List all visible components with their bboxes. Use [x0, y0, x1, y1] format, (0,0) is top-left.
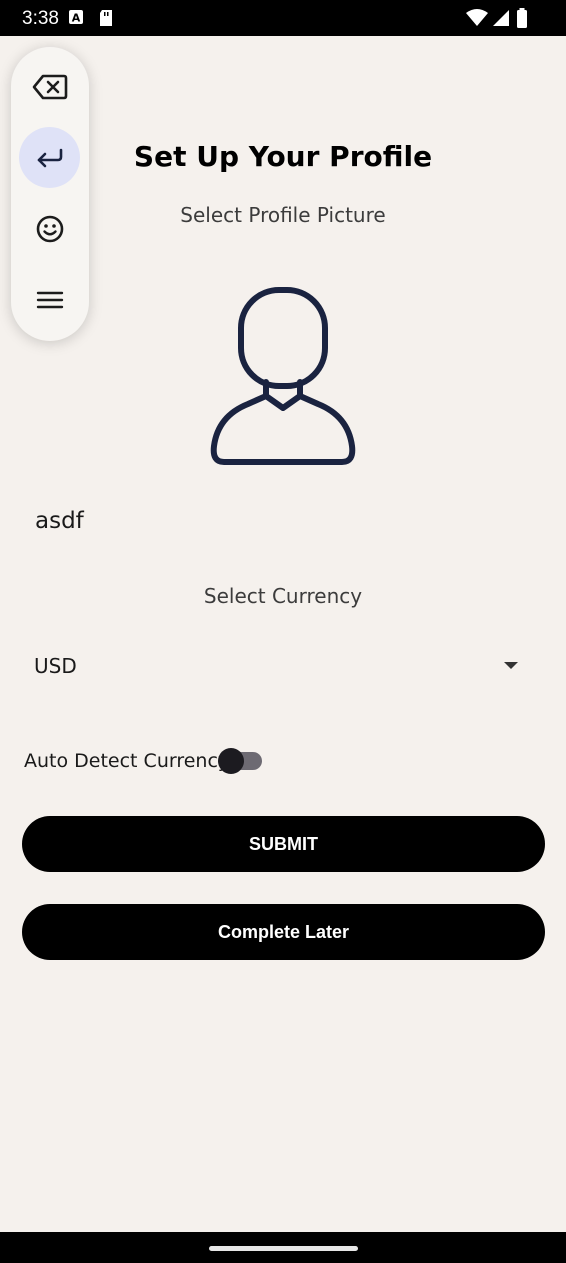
user-avatar-icon — [210, 287, 356, 465]
status-time: 3:38 — [22, 8, 59, 29]
battery-icon — [516, 8, 528, 33]
emoji-button[interactable] — [19, 198, 80, 259]
enter-icon — [37, 148, 62, 167]
backspace-icon — [32, 74, 67, 99]
menu-button[interactable] — [19, 269, 80, 330]
status-bar: 3:38 A — [0, 0, 566, 36]
profile-picture-avatar[interactable] — [208, 286, 358, 468]
backspace-button[interactable] — [19, 56, 80, 117]
currency-selected-value: USD — [34, 654, 77, 678]
currency-dropdown[interactable]: USD — [34, 650, 524, 686]
auto-detect-currency-toggle[interactable] — [218, 748, 262, 774]
submit-button[interactable]: SUBMIT — [22, 816, 545, 872]
auto-detect-currency-label: Auto Detect Currency — [24, 750, 230, 772]
navigation-bar — [0, 1232, 566, 1263]
complete-later-button[interactable]: Complete Later — [22, 904, 545, 960]
wifi-icon — [466, 9, 488, 32]
sd-card-icon — [98, 9, 114, 32]
dropdown-arrow-icon — [504, 662, 518, 669]
signal-icon — [492, 9, 510, 32]
svg-text:A: A — [72, 12, 81, 25]
keyboard-a-icon: A — [68, 9, 84, 30]
menu-icon — [36, 291, 63, 308]
floating-keyboard-toolbar — [11, 47, 89, 341]
name-input[interactable]: asdf — [35, 508, 84, 534]
toggle-thumb — [218, 748, 244, 774]
enter-button[interactable] — [19, 127, 80, 188]
emoji-icon — [36, 215, 63, 242]
home-gesture-handle[interactable] — [209, 1246, 358, 1251]
select-currency-label: Select Currency — [203, 584, 363, 608]
